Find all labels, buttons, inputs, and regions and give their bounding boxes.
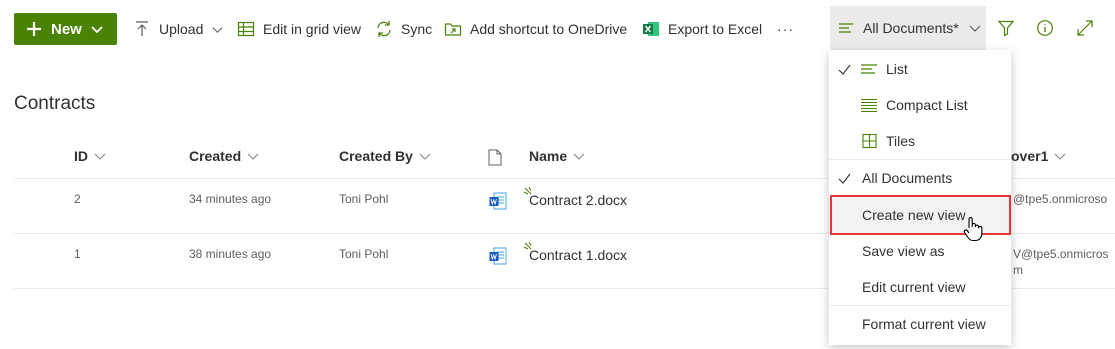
cell-approver-wrap: m (1013, 263, 1023, 277)
grid-icon (237, 21, 255, 37)
chevron-down-icon (419, 153, 431, 160)
file-type-icon[interactable] (488, 149, 502, 166)
column-header-name[interactable]: Name (529, 148, 585, 164)
menu-item-format-current-view[interactable]: Format current view (829, 306, 1011, 342)
more-icon: ··· (777, 21, 794, 37)
cell-created-by[interactable]: Toni Pohl (339, 192, 388, 206)
cell-approver: @tpe5.onmicroso (1013, 192, 1108, 206)
view-selector-button[interactable]: All Documents* (830, 6, 986, 50)
plus-icon (27, 22, 41, 36)
column-header-label: Created By (339, 148, 413, 164)
cell-created: 38 minutes ago (189, 247, 272, 261)
column-header-approver[interactable]: over1 (1011, 148, 1066, 164)
menu-item-edit-current-view[interactable]: Edit current view (829, 269, 1011, 305)
info-icon[interactable] (1036, 19, 1054, 37)
more-button[interactable]: ··· (777, 15, 794, 43)
sync-button[interactable]: Sync (375, 15, 432, 43)
checkmark-icon (838, 173, 851, 184)
menu-item-label: Save view as (862, 243, 945, 259)
cell-id: 2 (74, 192, 81, 206)
excel-icon (643, 22, 659, 36)
menu-item-compact-list[interactable]: Compact List (829, 87, 1011, 123)
menu-item-label: Compact List (886, 97, 968, 113)
file-name-link[interactable]: Contract 1.docx (529, 247, 627, 263)
export-excel-label: Export to Excel (668, 21, 763, 37)
export-excel-button[interactable]: Export to Excel (642, 15, 762, 43)
chevron-down-icon (91, 26, 103, 34)
upload-button[interactable]: Upload (133, 15, 223, 43)
column-header-id[interactable]: ID (74, 148, 106, 164)
upload-label: Upload (159, 21, 204, 37)
chevron-down-icon (212, 26, 223, 33)
file-name-link[interactable]: Contract 2.docx (529, 192, 627, 208)
highlight-box (830, 195, 1011, 235)
word-doc-icon (489, 192, 507, 210)
column-header-label: Name (529, 148, 568, 164)
word-doc-icon (489, 247, 507, 265)
menu-item-tiles[interactable]: Tiles (829, 123, 1011, 159)
column-header-label: over1 (1011, 148, 1049, 164)
sync-label: Sync (401, 21, 433, 37)
menu-item-label: All Documents (862, 170, 953, 186)
view-selector-label: All Documents* (863, 20, 959, 36)
chevron-down-icon (247, 153, 259, 160)
edit-grid-button[interactable]: Edit in grid view (237, 15, 361, 43)
sync-icon (377, 21, 391, 37)
tiles-icon (862, 133, 877, 149)
new-button[interactable]: New (14, 13, 117, 45)
cell-id: 1 (74, 247, 81, 261)
list-icon (839, 23, 853, 33)
chevron-down-icon (573, 153, 585, 160)
add-shortcut-button[interactable]: Add shortcut to OneDrive (444, 15, 627, 43)
chevron-down-icon (94, 153, 106, 160)
menu-item-label: Tiles (886, 133, 916, 149)
column-header-label: ID (74, 148, 88, 164)
cell-approver: V@tpe5.onmicros (1013, 247, 1109, 261)
cell-created-by[interactable]: Toni Pohl (339, 247, 388, 261)
menu-item-list[interactable]: List (829, 51, 1011, 87)
edit-grid-label: Edit in grid view (263, 21, 362, 37)
column-header-label: Created (189, 148, 242, 164)
menu-item-all-documents[interactable]: All Documents (829, 160, 1011, 196)
compact-list-icon (861, 99, 877, 112)
list-icon (861, 64, 877, 74)
page-title: Contracts (14, 93, 96, 114)
upload-icon (136, 21, 148, 36)
filter-icon[interactable] (997, 19, 1015, 37)
add-shortcut-label: Add shortcut to OneDrive (470, 21, 628, 37)
chevron-down-icon (1054, 153, 1066, 160)
command-bar: New Upload Edit in grid view Sync Add sh… (0, 0, 1115, 56)
menu-item-label: Edit current view (862, 279, 966, 295)
new-button-label: New (51, 20, 82, 38)
shortcut-icon (444, 23, 462, 36)
expand-icon[interactable] (1076, 19, 1094, 37)
menu-item-save-view-as[interactable]: Save view as (829, 233, 1011, 269)
hand-cursor-icon (963, 217, 983, 242)
cell-created: 34 minutes ago (189, 192, 272, 206)
checkmark-icon (838, 64, 851, 75)
column-header-created[interactable]: Created (189, 148, 259, 164)
menu-item-label: List (886, 61, 908, 77)
column-header-created-by[interactable]: Created By (339, 148, 431, 164)
menu-item-label: Format current view (862, 316, 986, 332)
chevron-down-icon (969, 25, 981, 32)
